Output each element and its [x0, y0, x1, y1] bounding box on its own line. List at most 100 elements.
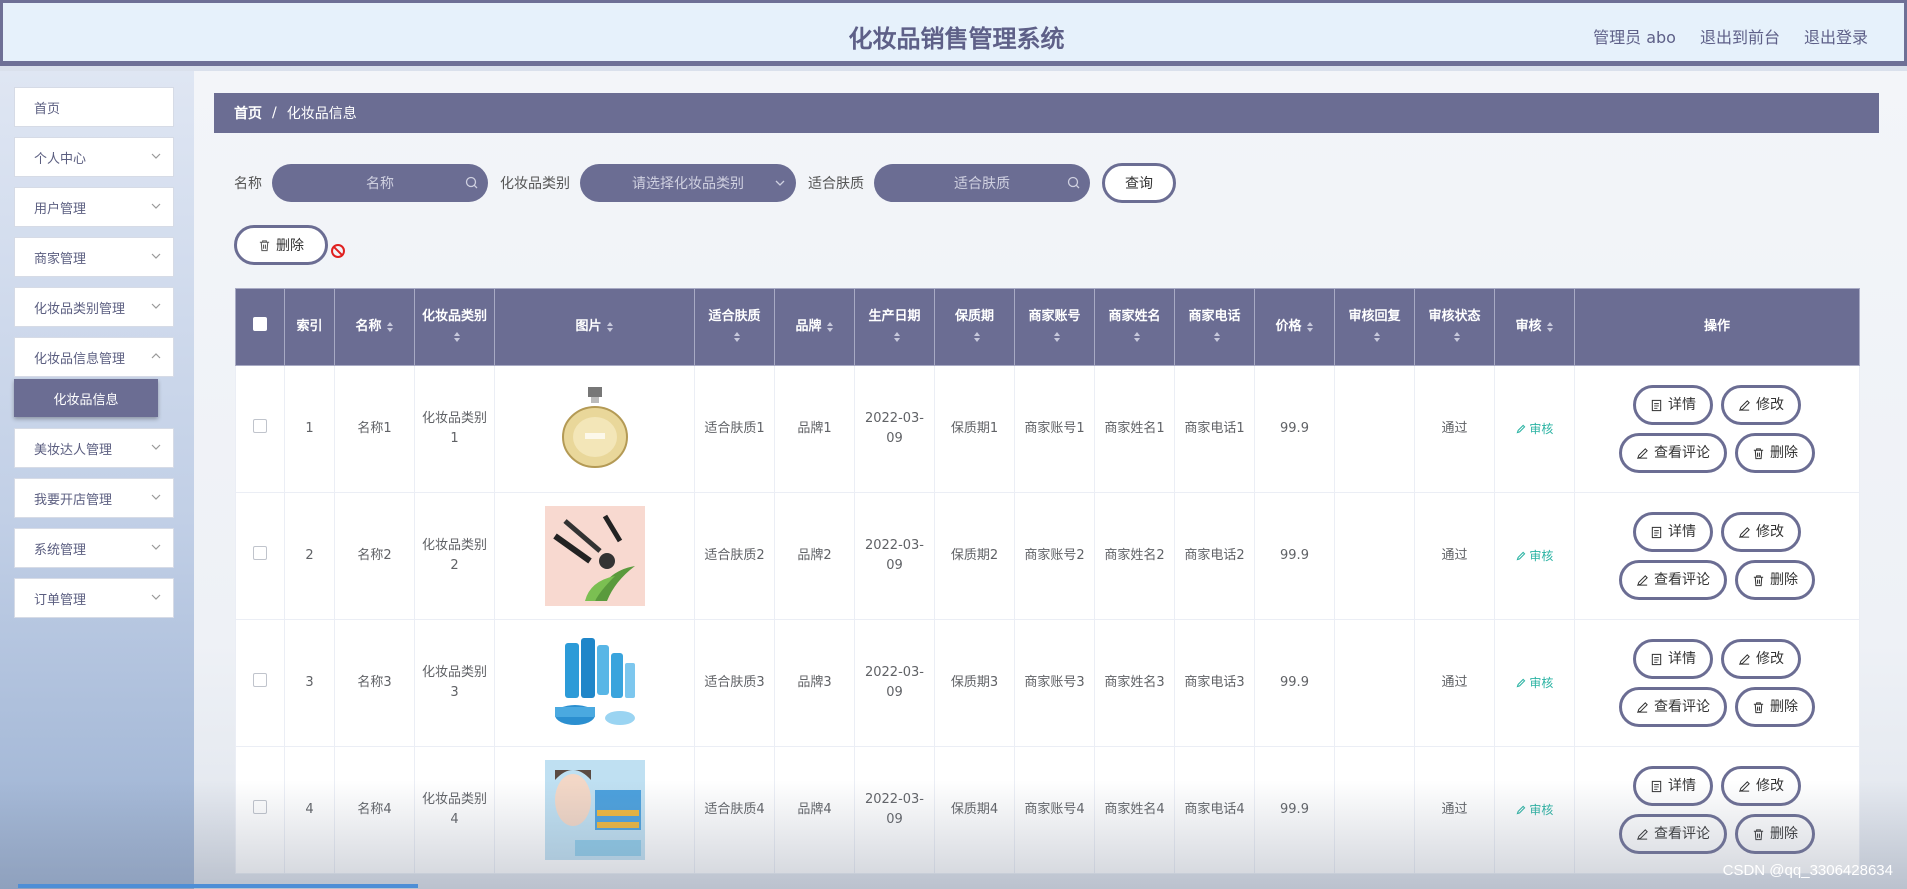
detail-button[interactable]: 详情 — [1633, 512, 1713, 552]
column-header[interactable]: 商家姓名 — [1094, 288, 1175, 366]
column-header[interactable]: 图片 — [494, 288, 695, 366]
merchant-phone-cell: 商家电话4 — [1174, 746, 1255, 874]
sidebar-item-label: 用户管理 — [34, 201, 87, 217]
sidebar-item-system[interactable]: 系统管理 — [14, 528, 174, 568]
delete-label: 删除 — [1770, 699, 1798, 715]
detail-button[interactable]: 详情 — [1633, 385, 1713, 425]
row-checkbox-cell[interactable] — [235, 746, 285, 874]
edit-icon — [1516, 678, 1525, 687]
sidebar-item-beauty-experts[interactable]: 美妆达人管理 — [14, 428, 174, 468]
row-checkbox[interactable] — [253, 799, 267, 814]
logout-link[interactable]: 退出登录 — [1804, 24, 1868, 48]
chevron-down-icon — [151, 494, 161, 500]
edit-button[interactable]: 修改 — [1721, 385, 1801, 425]
skin-search-input[interactable]: 适合肤质 — [874, 164, 1090, 202]
audit-link[interactable]: 审核 — [1516, 675, 1554, 690]
column-header[interactable]: 保质期 — [934, 288, 1015, 366]
name-cell: 名称1 — [334, 365, 415, 493]
row-checkbox-cell[interactable] — [235, 365, 285, 493]
column-header[interactable]: 审核回复 — [1334, 288, 1415, 366]
column-header[interactable]: 审核状态 — [1414, 288, 1495, 366]
chevron-down-icon — [151, 444, 161, 450]
column-header[interactable]: 商家电话 — [1174, 288, 1255, 366]
audit-link[interactable]: 审核 — [1516, 549, 1553, 563]
audit-link[interactable]: 审核 — [1516, 803, 1553, 817]
sort-icon[interactable] — [893, 331, 901, 343]
table-row: 1 名称1 化妆品类别1 适合肤质1 品牌1 2022-03-09 保质期1 商家账号1 商家姓… — [235, 365, 1860, 493]
sidebar-subitem-cosmetic-info[interactable]: 化妆品信息 — [14, 379, 158, 417]
column-header-label: 适合肤质 — [708, 309, 761, 324]
column-header-label: 商家电话 — [1188, 309, 1241, 324]
column-header[interactable]: 价格 — [1254, 288, 1335, 366]
table-header-row: 索引 名称 化妆品类别 图片 适合肤质 品牌 生产日期 保质期 商家账号 商家姓… — [235, 288, 1860, 366]
merchant-account-cell: 商家账号2 — [1014, 492, 1095, 620]
sidebar-item-cosmetic-category[interactable]: 化妆品类别管理 — [14, 287, 174, 327]
row-checkbox[interactable] — [253, 545, 267, 560]
sort-icon[interactable] — [1306, 321, 1314, 333]
sidebar-item-open-store[interactable]: 我要开店管理 — [14, 478, 174, 518]
sidebar-item-personal-center[interactable]: 个人中心 — [14, 137, 174, 177]
column-header[interactable]: 品牌 — [774, 288, 855, 366]
sort-icon[interactable] — [826, 321, 834, 333]
category-select[interactable]: 请选择化妆品类别 — [580, 164, 796, 202]
brand-cell: 品牌3 — [774, 619, 855, 747]
column-header-label: 品牌 — [795, 319, 822, 334]
query-button[interactable]: 查询 — [1102, 163, 1176, 203]
sort-icon[interactable] — [733, 331, 741, 343]
bulk-delete-button[interactable]: 删除 — [234, 225, 328, 265]
edit-icon — [1637, 574, 1648, 586]
row-checkbox[interactable] — [253, 418, 267, 433]
sort-icon[interactable] — [386, 321, 394, 333]
delete-button[interactable]: 删除 — [1735, 560, 1815, 600]
detail-button[interactable]: 详情 — [1633, 766, 1713, 806]
merchant-name-cell: 商家姓名2 — [1094, 492, 1175, 620]
chevron-down-icon — [775, 180, 785, 186]
sidebar-item-users[interactable]: 用户管理 — [14, 187, 174, 227]
edit-label: 修改 — [1756, 651, 1784, 667]
column-header[interactable]: 审核 — [1494, 288, 1575, 366]
sort-icon[interactable] — [1213, 331, 1221, 343]
sidebar-item-home[interactable]: 首页 — [14, 87, 174, 127]
view-comments-button[interactable]: 查看评论 — [1619, 814, 1727, 854]
merchant-name-cell: 商家姓名4 — [1094, 746, 1175, 874]
view-comments-button[interactable]: 查看评论 — [1619, 687, 1727, 727]
admin-user-label[interactable]: 管理员 abo — [1593, 24, 1676, 48]
sort-icon[interactable] — [1453, 331, 1461, 343]
sidebar-item-orders[interactable]: 订单管理 — [14, 578, 174, 618]
column-header[interactable]: 商家账号 — [1014, 288, 1095, 366]
sort-icon[interactable] — [973, 331, 981, 343]
exit-to-front-link[interactable]: 退出到前台 — [1700, 24, 1780, 48]
sort-icon[interactable] — [453, 331, 461, 343]
sort-icon[interactable] — [1373, 331, 1381, 343]
edit-button[interactable]: 修改 — [1721, 766, 1801, 806]
delete-button[interactable]: 删除 — [1735, 433, 1815, 473]
edit-button[interactable]: 修改 — [1721, 512, 1801, 552]
sidebar-item-merchants[interactable]: 商家管理 — [14, 237, 174, 277]
sort-icon[interactable] — [606, 321, 614, 333]
row-checkbox[interactable] — [253, 672, 267, 687]
column-header[interactable]: 化妆品类别 — [414, 288, 495, 366]
detail-button[interactable]: 详情 — [1633, 639, 1713, 679]
sort-icon[interactable] — [1133, 331, 1141, 343]
sidebar-item-cosmetic-info[interactable]: 化妆品信息管理 — [14, 337, 174, 377]
edit-button[interactable]: 修改 — [1721, 639, 1801, 679]
select-all-checkbox-cell[interactable] — [235, 288, 285, 366]
row-checkbox-cell[interactable] — [235, 619, 285, 747]
select-all-checkbox[interactable] — [253, 316, 267, 331]
breadcrumb-home[interactable]: 首页 — [234, 103, 262, 123]
view-comments-button[interactable]: 查看评论 — [1619, 560, 1727, 600]
column-header[interactable]: 生产日期 — [854, 288, 935, 366]
delete-button[interactable]: 删除 — [1735, 814, 1815, 854]
sort-icon[interactable] — [1053, 331, 1061, 343]
audit-label: 审核 — [1529, 675, 1554, 690]
name-search-input[interactable]: 名称 — [272, 164, 488, 202]
delete-button[interactable]: 删除 — [1735, 687, 1815, 727]
view-comments-button[interactable]: 查看评论 — [1619, 433, 1727, 473]
column-header[interactable]: 名称 — [334, 288, 415, 366]
column-header[interactable]: 适合肤质 — [694, 288, 775, 366]
row-checkbox-cell[interactable] — [235, 492, 285, 620]
category-cell: 化妆品类别4 — [414, 746, 495, 874]
audit-link[interactable]: 审核 — [1516, 422, 1553, 436]
table-row: 2 名称2 化妆品类别2 适合肤质2 品牌2 2022-03-09 保质期2 商家账号2 商家姓… — [235, 492, 1860, 620]
sort-icon[interactable] — [1546, 321, 1554, 333]
